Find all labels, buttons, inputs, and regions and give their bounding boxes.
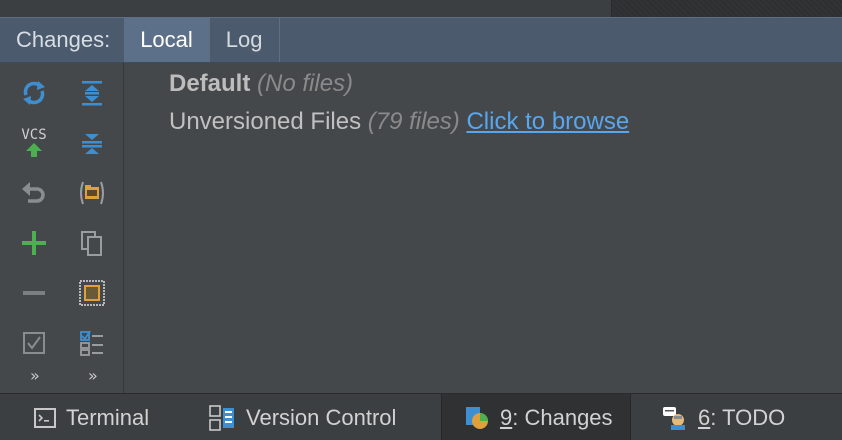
changes-tab[interactable]: 9: Changes (441, 394, 631, 440)
terminal-tab[interactable]: Terminal (34, 394, 149, 440)
add-icon (22, 231, 46, 255)
refresh-button[interactable] (16, 75, 52, 111)
remove-icon (23, 291, 45, 295)
copy-icon (81, 231, 102, 256)
copy-button[interactable] (74, 225, 110, 261)
checkbox-icon (23, 332, 45, 354)
show-diff-icon (79, 280, 105, 306)
todo-icon (662, 405, 688, 431)
group-by-directory-icon (80, 181, 104, 205)
browse-link[interactable]: Click to browse (466, 108, 629, 135)
show-diff-button[interactable] (74, 275, 110, 311)
remove-button[interactable] (16, 275, 52, 311)
rollback-button[interactable] (16, 175, 52, 211)
changes-toolbar: VCS » » (0, 63, 124, 393)
changelist-name: Unversioned Files (169, 108, 362, 135)
todo-tab[interactable]: 6: TODO (662, 394, 785, 440)
expand-all-icon (82, 81, 102, 106)
panel-header: Changes: Local Log (0, 17, 842, 63)
panel-title: Changes: (16, 27, 111, 52)
tab-mnemonic: 9 (500, 404, 513, 430)
changes-tree: Default (No files) Unversioned Files (79… (125, 63, 842, 393)
editor-area-edge (612, 0, 842, 17)
toolbar-overflow-left[interactable]: » (30, 366, 40, 385)
rollback-icon (22, 182, 45, 203)
changelist-icon (80, 330, 103, 356)
tool-window-bar: Terminal Version Control 9: Changes 6: … (0, 393, 842, 440)
changelist-count: (No files) (257, 70, 354, 97)
group-by-directory-button[interactable] (74, 175, 110, 211)
vcs-commit-icon (26, 143, 42, 157)
tab-label: Version Control (246, 404, 397, 430)
version-control-icon (208, 404, 236, 432)
terminal-icon (34, 407, 56, 428)
expand-all-button[interactable] (74, 75, 110, 111)
changelist-count: (79 files) (367, 108, 460, 135)
tab-local[interactable]: Local (124, 18, 209, 62)
tab-label: Terminal (66, 404, 150, 430)
refresh-icon (23, 81, 45, 105)
vcs-label: VCS (21, 127, 47, 143)
add-button[interactable] (16, 225, 52, 261)
toolbar-overflow-right[interactable]: » (88, 366, 98, 385)
version-control-tab[interactable]: Version Control (208, 394, 396, 440)
changelist-button[interactable] (74, 325, 110, 361)
changelist-unversioned[interactable]: Unversioned Files (79 files) Click to br… (169, 108, 629, 136)
include-checkbox-button[interactable] (16, 325, 52, 361)
tab-log[interactable]: Log (208, 18, 280, 62)
tab-mnemonic: 6 (698, 404, 711, 430)
tab-label: : TODO (710, 404, 786, 430)
tab-label: : Changes (512, 404, 613, 430)
collapse-all-icon (82, 134, 102, 154)
window-top-strip (0, 0, 842, 17)
changes-icon (464, 405, 490, 431)
changelist-name: Default (169, 70, 251, 97)
commit-button[interactable]: VCS (16, 125, 52, 161)
collapse-all-button[interactable] (74, 125, 110, 161)
changelist-default[interactable]: Default (No files) (169, 70, 353, 98)
